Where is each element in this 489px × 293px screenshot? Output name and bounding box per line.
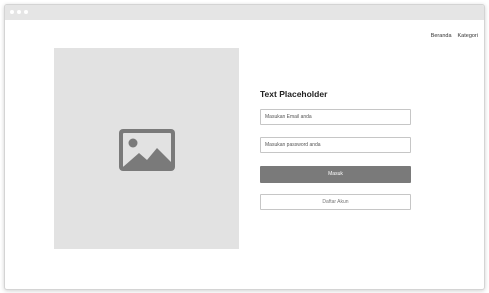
top-nav: Beranda Kategori <box>431 33 478 39</box>
register-button[interactable]: Daftar Akun <box>260 194 411 210</box>
browser-window: Beranda Kategori Text Placeholder Masuka… <box>4 4 485 290</box>
hero-image-placeholder <box>54 48 239 249</box>
window-control-dot[interactable] <box>10 10 14 14</box>
email-field[interactable]: Masukan Email anda <box>260 109 411 125</box>
nav-item-kategori[interactable]: Kategori <box>458 33 479 39</box>
nav-item-beranda[interactable]: Beranda <box>431 33 452 39</box>
login-button[interactable]: Masuk <box>260 166 411 183</box>
window-control-dot[interactable] <box>24 10 28 14</box>
window-control-dot[interactable] <box>17 10 21 14</box>
image-icon <box>119 129 175 171</box>
login-title: Text Placeholder <box>260 89 328 99</box>
password-field[interactable]: Masukan password anda <box>260 137 411 153</box>
window-titlebar <box>5 5 484 20</box>
